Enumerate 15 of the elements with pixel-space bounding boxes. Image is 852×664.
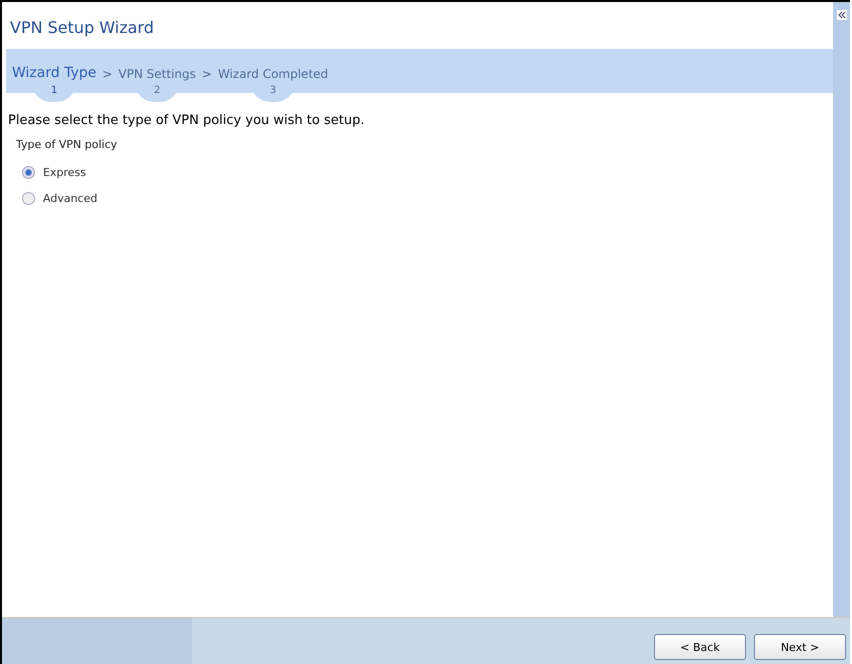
- radio-button[interactable]: [22, 192, 35, 205]
- step-label: Wizard Completed: [218, 67, 328, 81]
- step-label: VPN Settings: [118, 67, 196, 81]
- radio-option[interactable]: Advanced: [2, 187, 118, 213]
- step-separator: >: [202, 67, 212, 81]
- group-label: Type of VPN policy: [15, 137, 118, 153]
- step-label: Wizard Type: [12, 65, 96, 81]
- prompt-text: Please select the type of VPN policy you wish to setup.: [7, 112, 366, 130]
- wizard-button[interactable]: Next >: [754, 634, 846, 660]
- radio-option[interactable]: Express: [2, 161, 106, 187]
- collapse-icon[interactable]: [836, 10, 846, 20]
- radio-button[interactable]: [22, 166, 35, 179]
- step-separator: >: [102, 67, 112, 81]
- wizard-button[interactable]: < Back: [654, 634, 746, 660]
- window-title: VPN Setup Wizard: [9, 17, 155, 39]
